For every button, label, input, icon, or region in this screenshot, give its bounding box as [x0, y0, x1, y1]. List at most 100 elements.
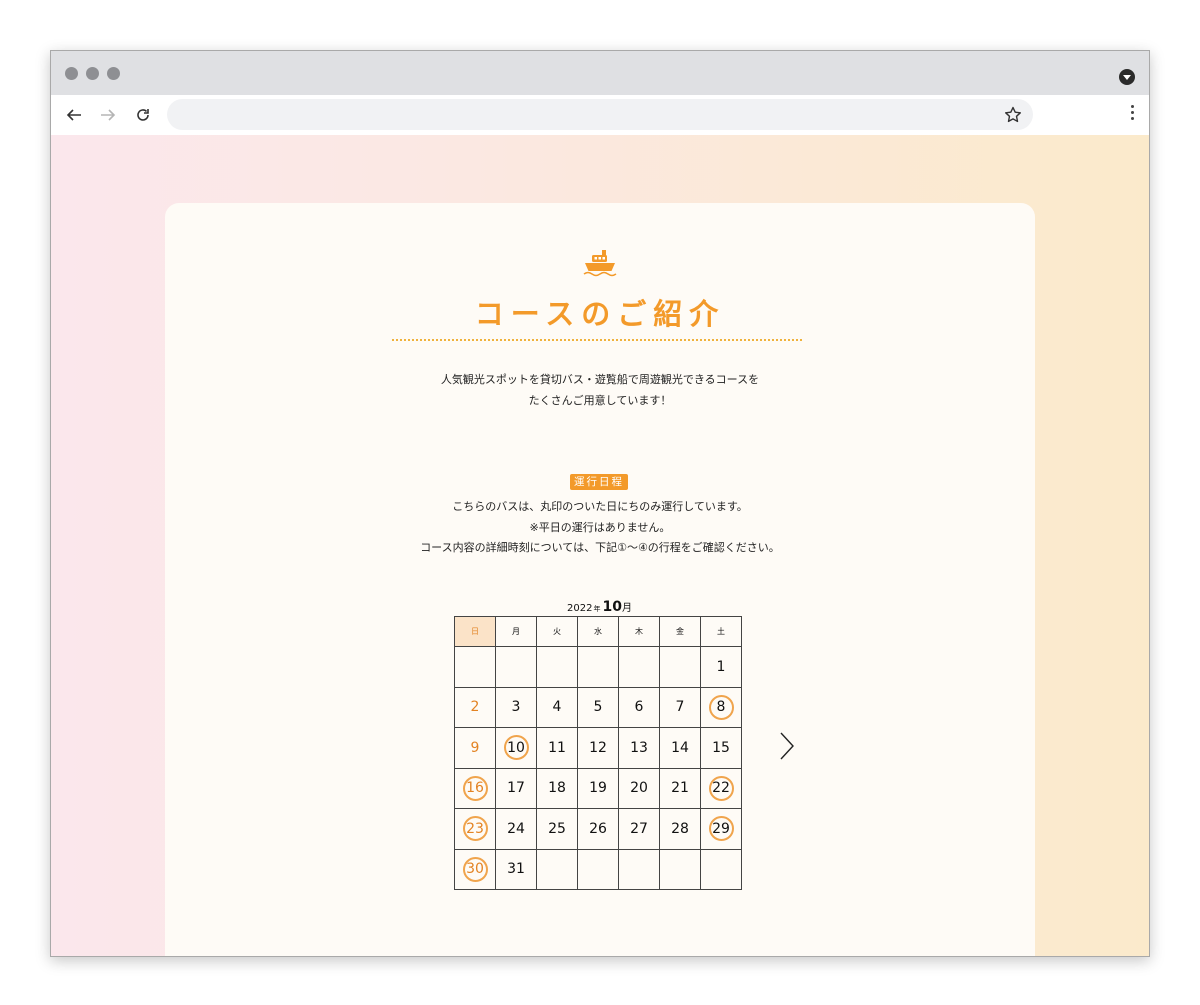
browser-window: コースのご紹介 人気観光スポットを貸切バス・遊覧船で周遊観光できるコースを たく…: [50, 50, 1150, 957]
calendar-year: 2022: [567, 603, 593, 614]
calendar-day-cell: 2: [454, 686, 496, 728]
browser-toolbar: [51, 95, 1149, 135]
day-number: 15: [712, 739, 730, 756]
window-close-dot[interactable]: [65, 67, 78, 80]
day-number: 4: [552, 699, 562, 716]
calendar-day-cell: 6: [618, 686, 660, 728]
day-number: 31: [507, 861, 525, 878]
calendar-day-cell: 30: [454, 848, 496, 890]
window-maximize-dot[interactable]: [107, 67, 120, 80]
intro-line: 人気観光スポットを貸切バス・遊覧船で周遊観光できるコースを: [440, 373, 760, 386]
operating-day-number: 16: [462, 775, 488, 801]
calendar-day-cell: 5: [577, 686, 619, 728]
calendar-day-cell: [577, 646, 619, 688]
calendar-month-suffix: 月: [621, 603, 632, 614]
back-button[interactable]: [61, 102, 87, 128]
calendar-day-cell: [454, 646, 496, 688]
weekday-header: 月: [495, 616, 537, 647]
calendar-day-cell: 31: [495, 848, 537, 890]
calendar-day-cell: 14: [659, 727, 701, 769]
day-number: 21: [671, 780, 689, 797]
day-number: 11: [548, 739, 566, 756]
address-bar[interactable]: [167, 99, 1033, 130]
menu-dots-icon[interactable]: [1131, 105, 1135, 125]
calendar-day-cell: [536, 646, 578, 688]
note-line: こちらのバスは、丸印のついた日にちのみ運行しています。: [452, 500, 748, 513]
calendar-day-cell: 13: [618, 727, 660, 769]
weekday-header-row: 日月火水木金土: [454, 616, 742, 647]
weekday-header: 火: [536, 616, 578, 647]
title-divider: [392, 339, 802, 341]
star-icon[interactable]: [1003, 105, 1023, 125]
calendar-day-cell: 11: [536, 727, 578, 769]
calendar-title: 2022年 10月: [454, 596, 745, 615]
profile-dropdown-icon[interactable]: [1119, 69, 1135, 85]
operating-day-number: 29: [708, 816, 734, 842]
page-title: コースのご紹介: [474, 297, 726, 331]
day-number: 13: [630, 739, 648, 756]
day-number: 28: [671, 820, 689, 837]
weekday-header: 木: [618, 616, 660, 647]
day-number: 17: [507, 780, 525, 797]
operating-day-number: 10: [503, 735, 529, 761]
calendar-day-cell: [659, 848, 701, 890]
calendar-day-cell: 21: [659, 767, 701, 809]
intro-line: たくさんご用意しています！: [528, 394, 672, 407]
day-number: 24: [507, 820, 525, 837]
calendar-day-cell: 8: [700, 686, 742, 728]
day-number: 2: [470, 699, 480, 716]
ship-icon: [583, 250, 617, 277]
calendar-day-cell: 22: [700, 767, 742, 809]
calendar-week-row: 16 17 18 19 20 21 22: [454, 767, 742, 809]
calendar-day-cell: [536, 848, 578, 890]
calendar-day-cell: [618, 848, 660, 890]
calendar-day-cell: 3: [495, 686, 537, 728]
calendar-day-cell: [618, 646, 660, 688]
day-number: 26: [589, 820, 607, 837]
weekday-header: 金: [659, 616, 701, 647]
calendar-month: 10: [602, 599, 622, 615]
calendar-day-cell: 29: [700, 808, 742, 850]
schedule-calendar: 日月火水木金土 1 2 3 4 5 6 7 8 9 10 11 12 13 14 15 16 17 18 19 20 2…: [454, 616, 742, 890]
chevron-right-icon[interactable]: [779, 731, 795, 761]
calendar-day-cell: 18: [536, 767, 578, 809]
schedule-badge: 運行日程: [570, 474, 628, 490]
forward-arrow-icon: [101, 109, 116, 121]
content-card: コースのご紹介 人気観光スポットを貸切バス・遊覧船で周遊観光できるコースを たく…: [165, 203, 1035, 956]
calendar-day-cell: 26: [577, 808, 619, 850]
calendar-day-cell: 20: [618, 767, 660, 809]
reload-button[interactable]: [130, 102, 156, 128]
calendar-week-row: 30 31: [454, 848, 742, 890]
calendar-day-cell: 9: [454, 727, 496, 769]
calendar-day-cell: 28: [659, 808, 701, 850]
weekday-header: 日: [454, 616, 496, 647]
window-minimize-dot[interactable]: [86, 67, 99, 80]
calendar-day-cell: 1: [700, 646, 742, 688]
calendar-day-cell: 16: [454, 767, 496, 809]
calendar-day-cell: 15: [700, 727, 742, 769]
day-number: 1: [716, 658, 726, 675]
calendar-day-cell: 19: [577, 767, 619, 809]
calendar-day-cell: 24: [495, 808, 537, 850]
day-number: 12: [589, 739, 607, 756]
calendar-day-cell: 10: [495, 727, 537, 769]
day-number: 3: [511, 699, 521, 716]
note-line: ※平日の運行はありません。: [529, 520, 671, 534]
day-number: 6: [634, 699, 644, 716]
forward-button[interactable]: [95, 102, 121, 128]
day-number: 9: [470, 739, 480, 756]
browser-titlebar: [51, 51, 1149, 95]
calendar-week-row: 2 3 4 5 6 7 8: [454, 686, 742, 728]
calendar-week-row: 9 10 11 12 13 14 15: [454, 727, 742, 769]
weekday-header: 水: [577, 616, 619, 647]
calendar-day-cell: 27: [618, 808, 660, 850]
operating-day-number: 8: [708, 694, 734, 720]
calendar-day-cell: 17: [495, 767, 537, 809]
page-viewport: コースのご紹介 人気観光スポットを貸切バス・遊覧船で周遊観光できるコースを たく…: [51, 135, 1149, 956]
day-number: 25: [548, 820, 566, 837]
day-number: 5: [593, 699, 603, 716]
calendar-week-row: 1: [454, 646, 742, 688]
day-number: 19: [589, 780, 607, 797]
calendar-day-cell: [577, 848, 619, 890]
calendar-week-row: 23 24 25 26 27 28 29: [454, 808, 742, 850]
